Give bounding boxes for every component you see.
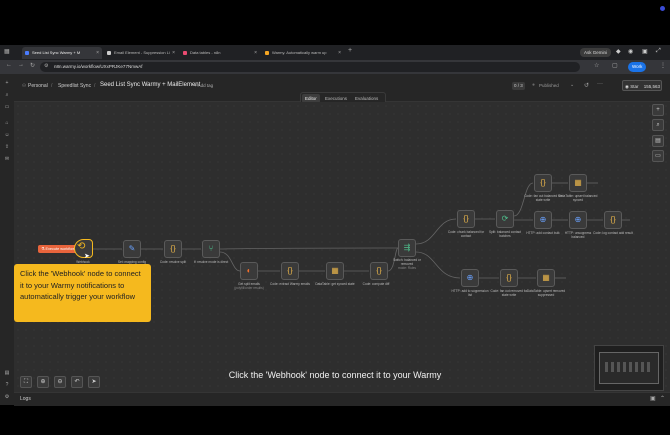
- loop-icon: ⟳: [501, 214, 509, 223]
- http-add-suppression-node[interactable]: ⊕: [461, 269, 479, 287]
- undo-button[interactable]: ↶: [71, 376, 83, 388]
- chevron-up-icon[interactable]: ⌃: [660, 395, 665, 402]
- fit-view-icon: ⛶: [23, 379, 29, 385]
- cursor-tool-icon: ➤: [91, 379, 97, 385]
- if-resolve-label: If: resolve mode is direct: [193, 260, 229, 264]
- sticky-note-button[interactable]: ▤: [652, 135, 664, 147]
- get-split-emails-node[interactable]: ◐: [240, 262, 258, 280]
- datatable-get-synced-node[interactable]: ▦: [326, 262, 344, 280]
- switch-node[interactable]: ⇶: [398, 239, 416, 257]
- switch-icon: ⇶: [403, 243, 411, 252]
- code-compute-diff-node[interactable]: {}: [370, 262, 388, 280]
- switch-title: Switch: balanced or removed: [393, 258, 421, 266]
- cursor-icon: ➤: [84, 253, 90, 260]
- table-icon: ▦: [331, 266, 339, 275]
- globe-icon: ⊕: [539, 215, 547, 224]
- http-unsuppress-label: HTTP: unsuppress balanced: [564, 231, 592, 239]
- zoom-out-icon: ⊖: [57, 379, 63, 385]
- code-braces-icon: {}: [376, 266, 382, 275]
- code-resolve-split-node[interactable]: {}: [164, 240, 182, 258]
- zoom-out-button[interactable]: ⊖: [54, 376, 66, 388]
- search-nodes-button[interactable]: ⌕: [652, 119, 664, 131]
- if-resolve-node[interactable]: ⑂: [202, 240, 220, 258]
- search-icon: ⌕: [656, 122, 660, 128]
- tidy-up-button[interactable]: ➤: [88, 376, 100, 388]
- tutorial-tooltip: Click the 'Webhook' node to connect it t…: [14, 264, 151, 322]
- set-mapping-node[interactable]: ✎: [123, 240, 141, 258]
- code-braces-icon: {}: [287, 266, 293, 275]
- execute-workflow-button[interactable]: ⚗ Execute workflow: [38, 245, 79, 253]
- connection-line: [219, 247, 399, 250]
- datatable-get-synced-label: DataTable: get synced state: [315, 282, 355, 286]
- split-batches-label: Split: balanced contact batches: [488, 230, 522, 238]
- code-braces-icon: {}: [506, 273, 512, 282]
- panel-toggle-button[interactable]: ▭: [652, 150, 664, 162]
- edit-icon: ✎: [128, 244, 136, 253]
- get-split-emails-label: Get split emails (polyfill/order results…: [229, 282, 269, 290]
- code-fan-out-removed-node[interactable]: {}: [500, 269, 518, 287]
- http-add-suppression-label: HTTP: add to suppression list: [451, 289, 489, 297]
- http-unsuppress-node[interactable]: ⊕: [569, 211, 587, 229]
- globe-icon: ⊕: [574, 215, 582, 224]
- add-node-button[interactable]: +: [652, 104, 664, 116]
- datatable-upsert-removed-label: DataTable: upsert removed suppressed: [526, 289, 566, 297]
- table-icon: ▦: [574, 178, 582, 187]
- webhook-icon: ⟲: [77, 241, 86, 252]
- logs-panel-icon[interactable]: ▣: [650, 395, 656, 402]
- fit-view-button[interactable]: ⛶: [20, 376, 32, 388]
- code-extract-warmy-label: Code: extract Warmy emails: [270, 282, 310, 286]
- minimap[interactable]: [594, 345, 664, 391]
- undo-icon: ↶: [74, 379, 80, 385]
- flask-icon: ⚗: [41, 247, 45, 251]
- logs-bar[interactable]: Logs ▣ ⌃: [14, 392, 670, 406]
- code-log-contact-label: Code: log contact add result: [593, 231, 633, 235]
- datatable-upsert-balanced-node[interactable]: ▦: [569, 174, 587, 192]
- datatable-upsert-removed-node[interactable]: ▦: [537, 269, 555, 287]
- switch-subtitle: mode: Rules: [398, 266, 416, 270]
- code-braces-icon: {}: [540, 178, 546, 187]
- code-log-contact-node[interactable]: {}: [604, 211, 622, 229]
- code-chunk-balanced-label: Code: chunk balanced for contact: [447, 230, 485, 238]
- plus-icon: +: [656, 107, 660, 113]
- switch-label: Switch: balanced or removed mode: Rules: [387, 258, 427, 270]
- code-fan-out-balanced-label: Code: fan out balanced for state write: [524, 194, 562, 202]
- logs-label: Logs: [20, 396, 31, 402]
- code-fan-out-removed-label: Code: fan out removed for state write: [490, 289, 528, 297]
- http-add-contact-node[interactable]: ⊕: [534, 211, 552, 229]
- code-braces-icon: {}: [170, 244, 176, 253]
- panel-icon: ▭: [655, 153, 661, 159]
- subtitle-caption: Click the 'Webhook' node to connect it t…: [228, 370, 442, 380]
- globe-icon: ⊕: [466, 273, 474, 282]
- zoom-in-button[interactable]: ⊕: [37, 376, 49, 388]
- code-extract-warmy-node[interactable]: {}: [281, 262, 299, 280]
- zoom-in-icon: ⊕: [40, 379, 46, 385]
- split-batches-node[interactable]: ⟳: [496, 210, 514, 228]
- code-resolve-split-label: Code: resolve split: [159, 260, 187, 264]
- code-braces-icon: {}: [610, 215, 616, 224]
- recording-indicator-icon: [660, 6, 665, 11]
- note-icon: ▤: [655, 138, 661, 144]
- branch-icon: ⑂: [208, 244, 214, 253]
- execute-workflow-label: Execute workflow: [45, 247, 76, 251]
- code-braces-icon: {}: [463, 214, 469, 223]
- table-icon: ▦: [542, 273, 550, 282]
- datatable-upsert-balanced-label: DataTable: upsert balanced synced: [558, 194, 598, 202]
- code-chunk-balanced-node[interactable]: {}: [457, 210, 475, 228]
- get-split-emails-subtitle: (polyfill/order results): [234, 286, 264, 290]
- mail-element-icon: ◐: [246, 266, 252, 275]
- code-compute-diff-label: Code: compute diff: [362, 282, 390, 286]
- minimap-nodes: [605, 362, 653, 372]
- http-add-contact-label: HTTP: add contact bulk: [526, 231, 560, 235]
- code-fan-out-balanced-node[interactable]: {}: [534, 174, 552, 192]
